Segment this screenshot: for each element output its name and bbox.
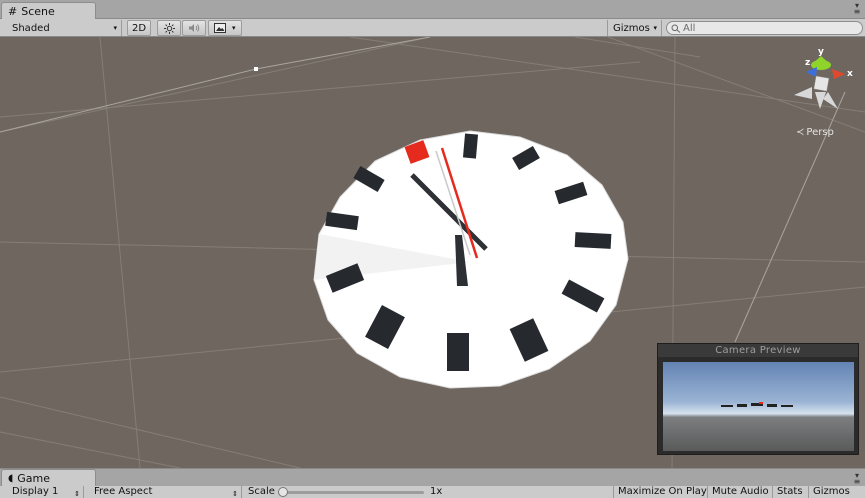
panel-menu-icon[interactable]: ▾ ≡ xyxy=(852,2,862,16)
scene-toolbar: Shaded ▾ 2D ▾ Gizmos ▾ All xyxy=(0,19,865,37)
dropdown-arrow-icon: ⇕ xyxy=(232,490,238,498)
tab-game-label: Game xyxy=(17,471,51,485)
gizmo-x-label: x xyxy=(847,69,853,79)
camera-preview-panel: Camera Preview xyxy=(657,343,859,455)
hierarchy-search-field[interactable]: All xyxy=(666,21,863,35)
tab-game[interactable]: ◖ Game xyxy=(1,469,96,486)
hour-marker-3 xyxy=(574,232,612,249)
gizmos-label: Gizmos xyxy=(613,22,650,34)
camera-preview-image xyxy=(663,362,854,451)
hour-marker-12 xyxy=(462,133,479,159)
game-gizmos-label: Gizmos xyxy=(813,486,850,497)
dropdown-arrow-icon: ▾ xyxy=(232,24,236,32)
shading-mode-dropdown[interactable]: Shaded ▾ xyxy=(4,20,122,36)
camera-preview-title: Camera Preview xyxy=(658,344,858,357)
search-icon xyxy=(671,24,681,33)
orientation-gizmo[interactable]: y z x xyxy=(794,47,853,109)
gizmo-z-label: z xyxy=(805,58,810,68)
game-toolbar: Display 1 ⇕ Free Aspect ⇕ Scale 1x Maxim… xyxy=(0,486,865,498)
light-handle[interactable] xyxy=(254,67,258,71)
speaker-icon xyxy=(189,24,200,32)
maximize-on-play-toggle[interactable]: Maximize On Play xyxy=(613,486,708,498)
dropdown-arrow-icon: ⇕ xyxy=(74,490,80,498)
dropdown-arrow-icon: ▾ xyxy=(653,24,657,32)
scale-slider-thumb[interactable] xyxy=(278,487,288,497)
stats-toggle[interactable]: Stats xyxy=(773,486,809,498)
scale-control: Scale 1x xyxy=(244,486,444,498)
camera-preview-clock xyxy=(721,402,793,407)
pacman-icon: ◖ xyxy=(8,472,14,484)
dropdown-arrow-icon: ▾ xyxy=(113,24,117,32)
stats-label: Stats xyxy=(777,486,803,497)
scale-label: Scale xyxy=(248,486,275,497)
lighting-toggle-button[interactable] xyxy=(157,20,181,36)
aspect-dropdown[interactable]: Free Aspect ⇕ xyxy=(90,486,242,498)
scene-grid-icon: # xyxy=(8,4,18,18)
hour-marker-6 xyxy=(447,333,469,371)
aspect-label: Free Aspect xyxy=(94,486,153,497)
gizmo-y-label: y xyxy=(818,47,824,57)
gizmo-center-cube[interactable] xyxy=(813,75,830,92)
gizmo-z-cone[interactable] xyxy=(806,67,817,77)
projection-label: Persp xyxy=(806,127,834,138)
display-dropdown[interactable]: Display 1 ⇕ xyxy=(8,486,84,498)
display-label: Display 1 xyxy=(12,486,59,497)
gizmos-dropdown[interactable]: Gizmos ▾ xyxy=(607,20,662,36)
audio-toggle-button[interactable] xyxy=(182,20,206,36)
game-tab-strip: ▾ ≡ xyxy=(0,468,865,486)
2d-toggle-label: 2D xyxy=(131,22,147,34)
game-gizmos-dropdown[interactable]: Gizmos xyxy=(809,486,865,498)
search-placeholder: All xyxy=(683,22,696,34)
tab-scene-label: Scene xyxy=(21,4,55,18)
effects-dropdown-button[interactable]: ▾ xyxy=(208,20,242,36)
scene-viewport[interactable]: y z x ≺ Persp Camera Preview xyxy=(0,37,865,468)
mute-audio-label: Mute Audio xyxy=(712,486,769,497)
image-icon xyxy=(214,23,226,33)
gizmo-neg-x-cone[interactable] xyxy=(794,87,812,99)
tab-scene[interactable]: # Scene xyxy=(1,2,96,19)
panel-menu-icon[interactable]: ▾ ≡ xyxy=(852,472,862,486)
shading-mode-label: Shaded xyxy=(12,22,50,34)
projection-toggle[interactable]: ≺ Persp xyxy=(796,127,834,138)
scene-tab-strip: # Scene ▾ ≡ xyxy=(0,0,865,19)
camera-preview-scene xyxy=(721,402,793,407)
gizmo-x-cone[interactable] xyxy=(832,69,845,79)
2d-toggle-button[interactable]: 2D xyxy=(127,20,151,36)
maximize-on-play-label: Maximize On Play xyxy=(618,486,707,497)
sun-icon xyxy=(163,22,175,34)
scale-value: 1x xyxy=(430,486,443,497)
mute-audio-toggle[interactable]: Mute Audio xyxy=(708,486,773,498)
perspective-icon: ≺ xyxy=(796,127,805,138)
scale-slider[interactable] xyxy=(280,491,424,494)
